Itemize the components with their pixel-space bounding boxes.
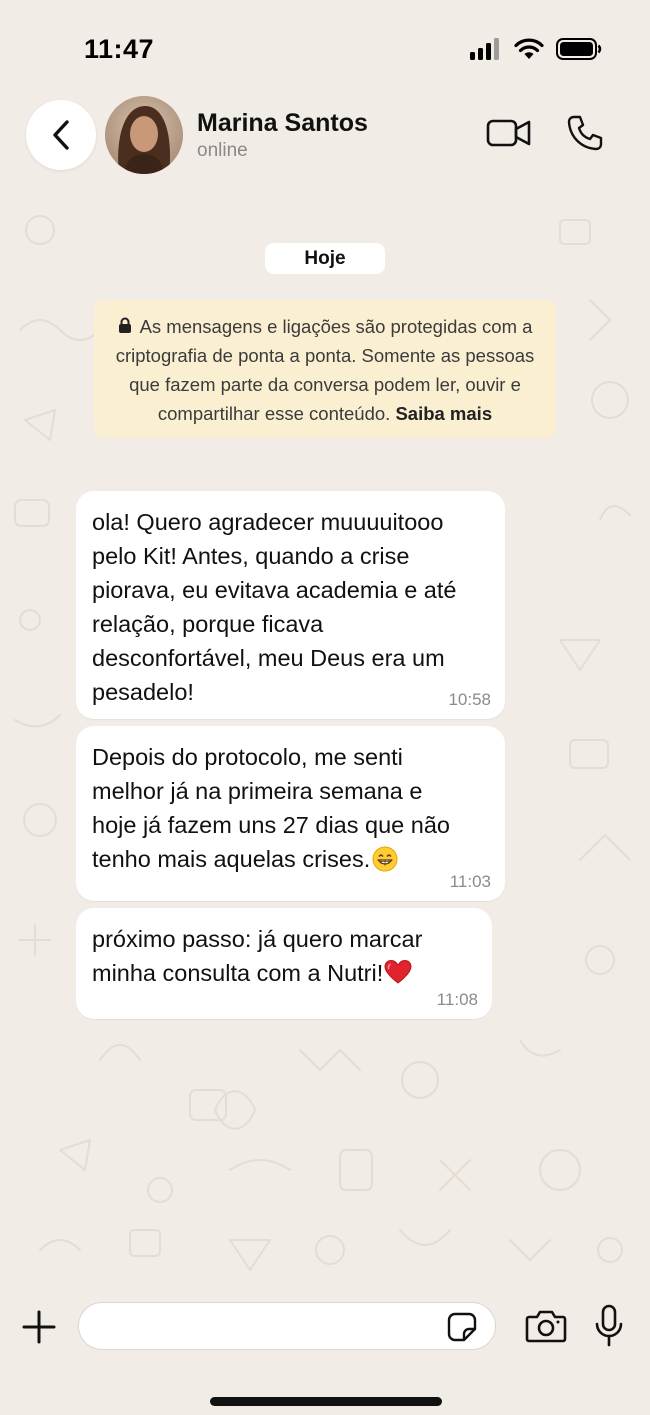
message-text-body: próximo passo: já quero marcar minha con… xyxy=(92,926,423,986)
status-icons xyxy=(470,38,602,60)
chat-header: Marina Santos online xyxy=(0,90,650,182)
chat-area[interactable]: Hoje As mensagens e ligações são protegi… xyxy=(0,182,650,1282)
lock-icon xyxy=(118,317,131,333)
back-button[interactable] xyxy=(26,100,96,170)
avatar[interactable] xyxy=(105,96,183,174)
message-bubble[interactable]: ola! Quero agradecer muuuuitooo pelo Kit… xyxy=(76,491,505,719)
camera-icon xyxy=(525,1310,567,1343)
microphone-button[interactable] xyxy=(594,1304,624,1348)
encryption-notice[interactable]: As mensagens e ligações são protegidas c… xyxy=(94,300,556,438)
sticker-icon xyxy=(447,1312,477,1342)
home-indicator xyxy=(210,1397,442,1406)
message-time: 11:08 xyxy=(436,990,478,1009)
contact-name: Marina Santos xyxy=(197,109,368,137)
message-time: 11:03 xyxy=(449,872,491,891)
message-bubble[interactable]: próximo passo: já quero marcar minha con… xyxy=(76,908,492,1019)
voice-call-button[interactable] xyxy=(566,114,604,152)
cellular-signal-icon xyxy=(470,38,499,60)
phone-icon xyxy=(567,115,603,151)
status-time: 11:47 xyxy=(84,34,155,64)
message-time: 10:58 xyxy=(448,690,491,709)
video-camera-icon xyxy=(486,119,531,147)
message-text: Depois do protocolo, me senti melhor já … xyxy=(92,740,491,876)
battery-icon xyxy=(556,38,602,60)
microphone-icon xyxy=(595,1304,623,1347)
message-text: ola! Quero agradecer muuuuitooo pelo Kit… xyxy=(92,509,457,705)
sticker-button[interactable] xyxy=(447,1312,477,1342)
date-chip: Hoje xyxy=(265,243,385,274)
add-attachment-button[interactable] xyxy=(20,1308,58,1346)
message-text: próximo passo: já quero marcar minha con… xyxy=(92,922,478,990)
video-call-button[interactable] xyxy=(486,116,532,150)
contact-photo xyxy=(105,96,183,174)
chevron-left-icon xyxy=(53,120,69,150)
wifi-icon xyxy=(514,38,544,59)
input-bar xyxy=(0,1282,650,1415)
contact-info[interactable]: Marina Santos online xyxy=(197,108,368,163)
message-bubble[interactable]: Depois do protocolo, me senti melhor já … xyxy=(76,726,505,901)
status-bar: 11:47 xyxy=(0,0,650,90)
red-heart-emoji xyxy=(384,959,412,984)
plus-icon xyxy=(22,1310,56,1344)
message-input[interactable] xyxy=(78,1302,496,1350)
grinning-face-emoji xyxy=(372,846,398,872)
contact-status: online xyxy=(197,140,248,161)
saiba-mais-link[interactable]: Saiba mais xyxy=(395,403,492,424)
camera-button[interactable] xyxy=(525,1308,567,1344)
chat-screen: 11:47 Marina Santos online Hoje As mensa… xyxy=(0,0,650,1415)
